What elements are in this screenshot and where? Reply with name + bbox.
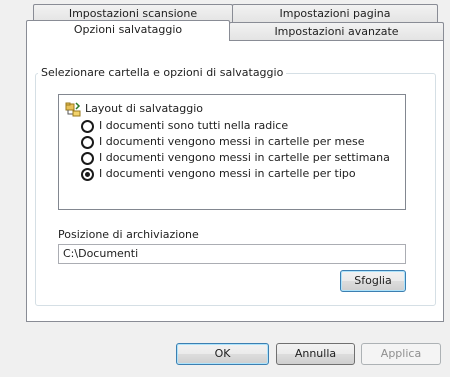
cancel-button[interactable]: Annulla	[276, 343, 355, 365]
option-label: I documenti vengono messi in cartelle pe…	[99, 135, 365, 148]
archive-path-field[interactable]: C:\Documenti	[58, 244, 406, 264]
tab-panel: Selezionare cartella e opzioni di salvat…	[26, 40, 444, 322]
ok-button[interactable]: OK	[176, 343, 269, 365]
radio-icon[interactable]	[81, 136, 94, 149]
option-label: I documenti sono tutti nella radice	[99, 119, 289, 132]
tab-label: Impostazioni scansione	[68, 7, 198, 20]
options-dialog: Impostazioni scansione Impostazioni pagi…	[0, 0, 450, 377]
layout-title: Layout di salvataggio	[85, 102, 204, 115]
option-label: I documenti vengono messi in cartelle pe…	[99, 151, 390, 164]
tab-impostazioni-avanzate[interactable]: Impostazioni avanzate	[229, 22, 444, 41]
tab-opzioni-salvataggio[interactable]: Opzioni salvataggio	[26, 20, 230, 41]
radio-selected-icon[interactable]	[81, 168, 94, 181]
browse-button[interactable]: Sfoglia	[340, 270, 406, 292]
tab-label: Impostazioni avanzate	[274, 25, 399, 38]
archive-location-label: Posizione di archiviazione	[58, 228, 199, 241]
option-label: I documenti vengono messi in cartelle pe…	[99, 167, 356, 180]
save-layout-tree: Layout di salvataggio I documenti sono t…	[58, 94, 406, 210]
tab-label: Opzioni salvataggio	[73, 23, 183, 36]
radio-icon[interactable]	[81, 120, 94, 133]
folder-tree-icon	[65, 102, 81, 117]
apply-button[interactable]: Applica	[361, 343, 441, 365]
group-legend: Selezionare cartella e opzioni di salvat…	[38, 66, 287, 79]
tab-label: Impostazioni pagina	[279, 7, 391, 20]
radio-icon[interactable]	[81, 152, 94, 165]
tab-impostazioni-pagina[interactable]: Impostazioni pagina	[232, 4, 438, 23]
